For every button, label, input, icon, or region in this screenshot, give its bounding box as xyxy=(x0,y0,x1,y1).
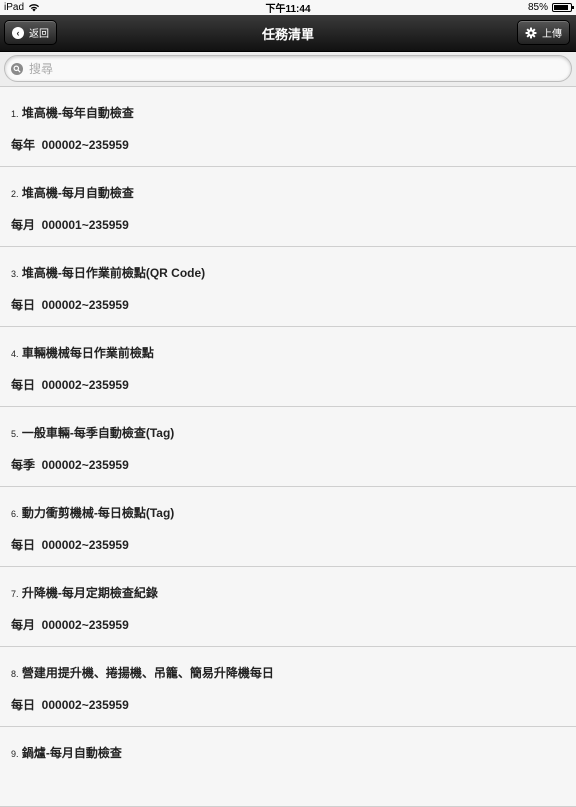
task-title: 1. 堆高機-每年自動檢查 xyxy=(11,104,134,121)
page-title: 任務清單 xyxy=(261,26,314,42)
task-schedule: 每日 000002~235959 xyxy=(11,698,129,712)
task-number: 9. xyxy=(11,749,19,759)
task-title: 8. 營建用提升機、捲揚機、吊籠、簡易升降機每日 xyxy=(11,664,274,681)
status-bar: iPad 下午11:44 85% xyxy=(0,0,576,15)
task-name: 升降機-每月定期檢查紀錄 xyxy=(21,586,158,600)
task-schedule: 每日 000002~235959 xyxy=(11,298,129,312)
upload-button-label: 上傳 xyxy=(542,29,562,40)
task-item[interactable]: 1. 堆高機-每年自動檢查 每年 000002~235959 xyxy=(0,87,576,167)
task-title: 7. 升降機-每月定期檢查紀錄 xyxy=(11,584,158,601)
task-item[interactable]: 7. 升降機-每月定期檢查紀錄 每月 000002~235959 xyxy=(0,567,576,647)
task-list: 1. 堆高機-每年自動檢查 每年 000002~235959 2. 堆高機-每月自動… xyxy=(0,87,576,807)
task-name: 堆高機-每日作業前檢點(QR Code) xyxy=(21,266,206,280)
task-number: 1. xyxy=(11,109,19,119)
search-icon xyxy=(11,62,23,75)
task-title: 9. 鍋爐-每月自動檢查 xyxy=(11,744,122,761)
task-item[interactable]: 4. 車輛機械每日作業前檢點 每日 000002~235959 xyxy=(0,327,576,407)
task-item[interactable]: 2. 堆高機-每月自動檢查 每月 000001~235959 xyxy=(0,167,576,247)
task-title: 6. 動力衝剪機械-每日檢點(Tag) xyxy=(11,504,174,521)
task-name: 動力衝剪機械-每日檢點(Tag) xyxy=(21,506,175,520)
task-name: 堆高機-每月自動檢查 xyxy=(21,186,134,200)
chevron-left-icon: ‹ xyxy=(12,26,24,39)
task-item[interactable]: 5. 一般車輛-每季自動檢查(Tag) 每季 000002~235959 xyxy=(0,407,576,487)
task-schedule: 每季 000002~235959 xyxy=(11,458,129,472)
task-schedule: 每日 000002~235959 xyxy=(11,378,129,392)
task-title: 2. 堆高機-每月自動檢查 xyxy=(11,184,134,201)
task-number: 5. xyxy=(11,429,19,439)
task-schedule: 每月 000002~235959 xyxy=(11,618,129,632)
task-number: 8. xyxy=(11,669,19,679)
task-number: 4. xyxy=(11,349,19,359)
task-name: 一般車輛-每季自動檢查(Tag) xyxy=(21,426,175,440)
device-label: iPad xyxy=(4,2,25,13)
status-time: 下午11:44 xyxy=(265,4,311,15)
task-number: 3. xyxy=(11,269,19,279)
task-number: 6. xyxy=(11,509,19,519)
status-right: 85% xyxy=(527,2,574,13)
task-number: 7. xyxy=(11,589,19,599)
task-schedule: 每年 000002~235959 xyxy=(11,138,129,152)
task-item[interactable]: 6. 動力衝剪機械-每日檢點(Tag) 每日 000002~235959 xyxy=(0,487,576,567)
battery-icon xyxy=(552,3,574,12)
back-button-label: 返回 xyxy=(29,29,49,40)
task-item[interactable]: 8. 營建用提升機、捲揚機、吊籠、簡易升降機每日 每日 000002~235959 xyxy=(0,647,576,727)
task-number: 2. xyxy=(11,189,19,199)
task-item[interactable]: 9. 鍋爐-每月自動檢查 xyxy=(0,727,576,807)
task-title: 3. 堆高機-每日作業前檢點(QR Code) xyxy=(11,264,205,281)
task-schedule: 每日 000002~235959 xyxy=(11,538,129,552)
task-name: 鍋爐-每月自動檢查 xyxy=(21,746,122,760)
search-input[interactable] xyxy=(29,61,529,76)
task-schedule: 每月 000001~235959 xyxy=(11,218,129,232)
task-title: 4. 車輛機械每日作業前檢點 xyxy=(11,344,154,361)
task-name: 車輛機械每日作業前檢點 xyxy=(21,346,154,360)
back-button[interactable]: ‹ 返回 xyxy=(4,20,57,45)
task-name: 堆高機-每年自動檢查 xyxy=(21,106,134,120)
gear-icon xyxy=(525,27,537,38)
status-left: iPad xyxy=(4,2,40,13)
battery-percent: 85% xyxy=(527,2,548,13)
task-title: 5. 一般車輛-每季自動檢查(Tag) xyxy=(11,424,174,441)
upload-button[interactable]: 上傳 xyxy=(517,20,570,45)
task-item[interactable]: 3. 堆高機-每日作業前檢點(QR Code) 每日 000002~235959 xyxy=(0,247,576,327)
wifi-icon xyxy=(29,4,40,12)
search-box[interactable] xyxy=(4,55,572,82)
task-name: 營建用提升機、捲揚機、吊籠、簡易升降機每日 xyxy=(21,666,274,680)
search-bar xyxy=(0,52,576,87)
nav-bar: ‹ 返回 任務清單 上傳 xyxy=(0,15,576,52)
